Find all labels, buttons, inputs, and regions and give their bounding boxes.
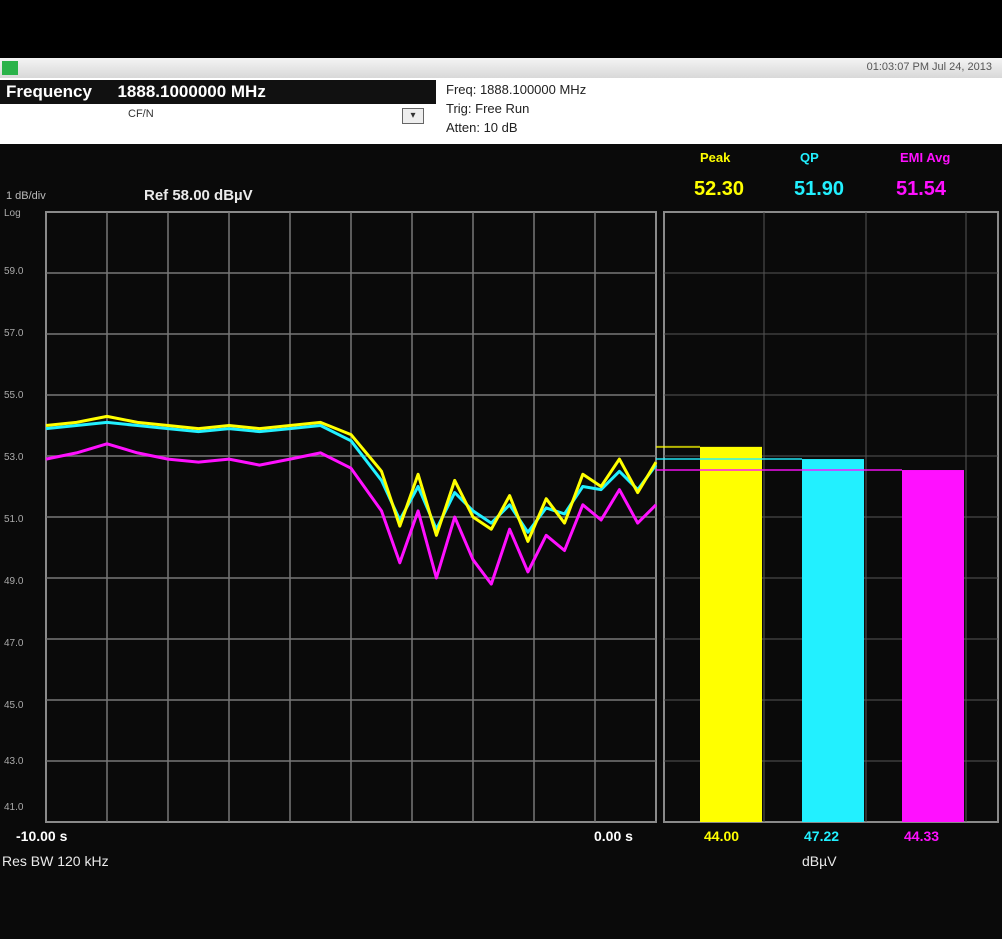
meter-bottom-avg: 44.33 [904,828,940,844]
units-label: dBµV [802,853,837,869]
meter-bar-emi-avg [902,470,964,822]
meter-bottom-qp: 47.22 [804,828,840,844]
meter-bars [656,445,964,822]
res-bw-label: Res BW 120 kHz [2,853,109,869]
meter-bar-qp [802,459,864,822]
meter-name-avg: EMI Avg [900,150,951,165]
meter-value-qp: 51.90 [794,178,845,200]
trace-plot [45,211,999,823]
meter-name-qp: QP [800,150,819,165]
x-end-label: 0.00 s [594,828,633,844]
meter-bar-peak [700,446,762,822]
meter-name-peak: Peak [700,150,731,165]
x-start-label: -10.00 s [16,828,68,844]
meter-value-avg: 51.54 [896,178,947,200]
meter-value-peak: 52.30 [694,178,745,200]
meter-bottom-peak: 44.00 [704,828,740,844]
